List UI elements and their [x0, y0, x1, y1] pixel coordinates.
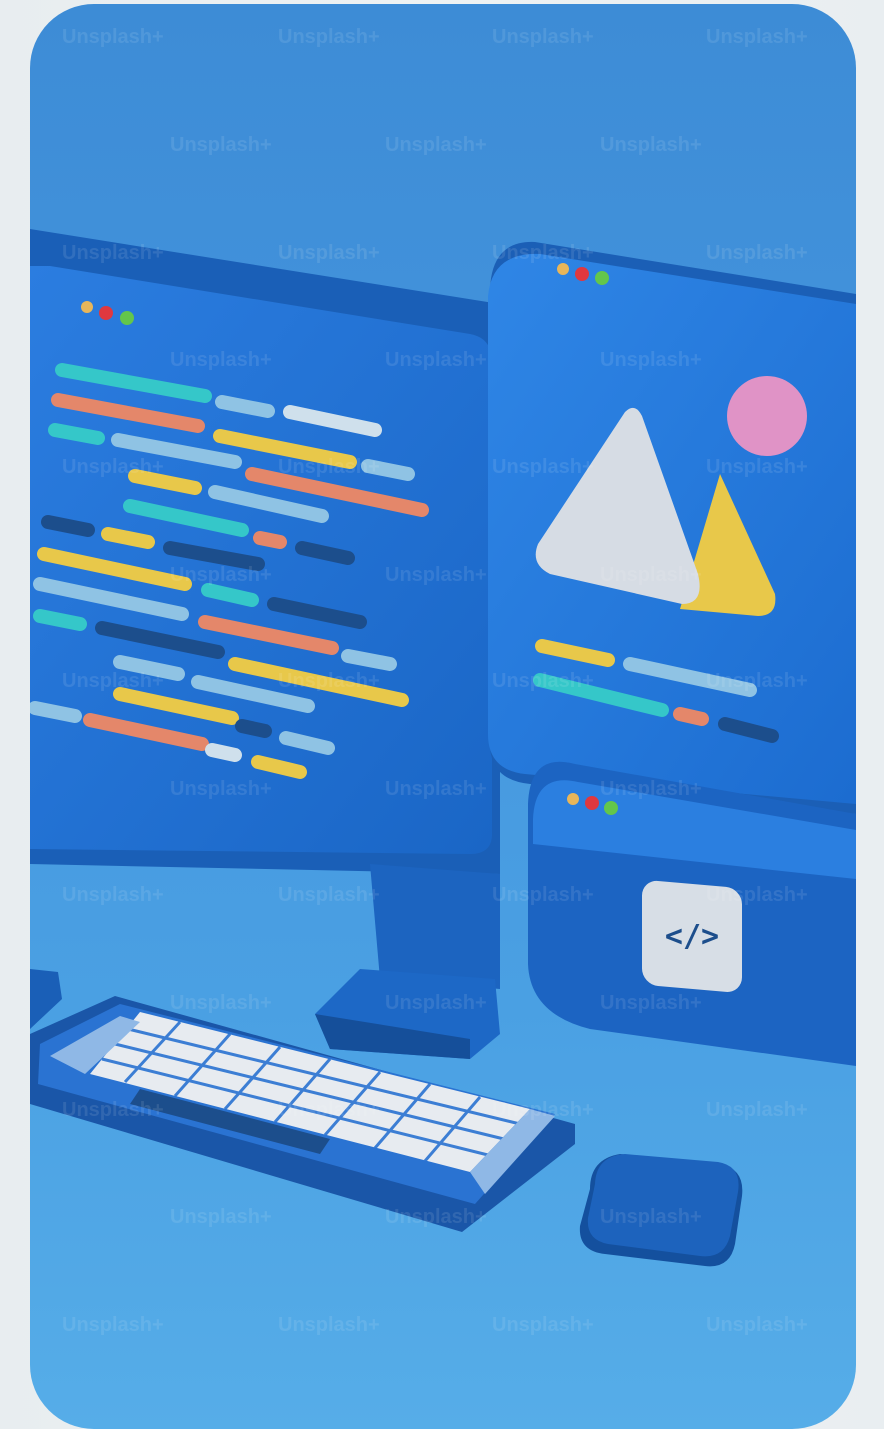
watermark-text: Unsplash+: [385, 992, 487, 1014]
sun-icon: [727, 376, 807, 456]
watermark-text: Unsplash+: [706, 1314, 808, 1336]
watermark-text: Unsplash+: [492, 456, 594, 478]
watermark-text: Unsplash+: [62, 1099, 164, 1121]
watermark-text: Unsplash+: [170, 992, 272, 1014]
watermark-text: Unsplash+: [62, 884, 164, 906]
window-dot-red-icon: [99, 306, 113, 320]
watermark-text: Unsplash+: [706, 456, 808, 478]
watermark-text: Unsplash+: [492, 1314, 594, 1336]
watermark-text: Unsplash+: [278, 1314, 380, 1336]
code-icon: </>: [665, 919, 719, 954]
watermark-text: Unsplash+: [278, 884, 380, 906]
tag-dot-red-icon: [585, 796, 599, 810]
window-dot-yellow-icon: [81, 301, 93, 313]
watermark-text: Unsplash+: [278, 1099, 380, 1121]
watermark-text: Unsplash+: [706, 1099, 808, 1121]
watermark-text: Unsplash+: [170, 1206, 272, 1228]
watermark-text: Unsplash+: [62, 26, 164, 48]
watermark-text: Unsplash+: [278, 242, 380, 264]
watermark-text: Unsplash+: [492, 884, 594, 906]
watermark-text: Unsplash+: [492, 670, 594, 692]
watermark-text: Unsplash+: [170, 134, 272, 156]
watermark-text: Unsplash+: [600, 992, 702, 1014]
watermark-text: Unsplash+: [385, 349, 487, 371]
watermark-text: Unsplash+: [62, 456, 164, 478]
panel-dot-green-icon: [595, 271, 609, 285]
panel-dot-red-icon: [575, 267, 589, 281]
image-panel: [488, 241, 856, 814]
watermark-text: Unsplash+: [385, 134, 487, 156]
watermark-text: Unsplash+: [62, 1314, 164, 1336]
watermark-text: Unsplash+: [492, 26, 594, 48]
watermark-text: Unsplash+: [278, 670, 380, 692]
watermark-text: Unsplash+: [492, 1099, 594, 1121]
code-tag-panel: </>: [528, 761, 856, 1066]
watermark-text: Unsplash+: [170, 349, 272, 371]
watermark-text: Unsplash+: [492, 242, 594, 264]
tag-dot-green-icon: [604, 801, 618, 815]
hero-image: </> Unsplash+ Unsplash+ Unsplash+ Unspla…: [30, 4, 856, 1429]
tag-dot-yellow-icon: [567, 793, 579, 805]
watermark-text: Unsplash+: [706, 670, 808, 692]
watermark-text: Unsplash+: [706, 242, 808, 264]
watermark-text: Unsplash+: [600, 778, 702, 800]
watermark-text: Unsplash+: [385, 1206, 487, 1228]
watermark-text: Unsplash+: [62, 670, 164, 692]
watermark-text: Unsplash+: [600, 564, 702, 586]
watermark-text: Unsplash+: [170, 778, 272, 800]
watermark-text: Unsplash+: [600, 349, 702, 371]
watermark-text: Unsplash+: [600, 1206, 702, 1228]
watermark-text: Unsplash+: [706, 26, 808, 48]
watermark-text: Unsplash+: [278, 456, 380, 478]
speaker: [30, 969, 62, 1029]
watermark-text: Unsplash+: [170, 564, 272, 586]
watermark-text: Unsplash+: [278, 26, 380, 48]
window-dot-green-icon: [120, 311, 134, 325]
watermark-text: Unsplash+: [385, 778, 487, 800]
watermark-text: Unsplash+: [600, 134, 702, 156]
watermark-text: Unsplash+: [706, 884, 808, 906]
watermark-text: Unsplash+: [62, 242, 164, 264]
watermark-text: Unsplash+: [385, 564, 487, 586]
